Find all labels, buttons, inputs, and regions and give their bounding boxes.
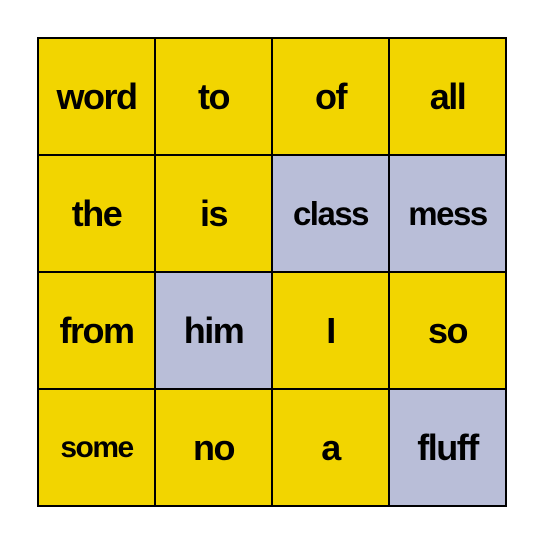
bingo-cell[interactable]: of	[273, 39, 388, 154]
cell-word: so	[427, 309, 469, 351]
cell-word: a	[321, 426, 341, 468]
bingo-cell[interactable]: is	[156, 156, 271, 271]
bingo-cell[interactable]: a	[273, 390, 388, 505]
bingo-cell[interactable]: so	[390, 273, 505, 388]
bingo-cell[interactable]: him	[156, 273, 271, 388]
cell-word: is	[199, 192, 229, 234]
cell-word: of	[315, 75, 347, 117]
bingo-cell[interactable]: I	[273, 273, 388, 388]
cell-word: the	[71, 192, 123, 234]
cell-word: class	[292, 195, 370, 232]
bingo-cell[interactable]: all	[390, 39, 505, 154]
bingo-cell[interactable]: word	[39, 39, 154, 154]
cell-word: to	[198, 75, 230, 117]
bingo-board: word to of all the is class mess from hi…	[37, 37, 507, 507]
bingo-cell[interactable]: to	[156, 39, 271, 154]
cell-word: mess	[408, 195, 488, 232]
bingo-cell[interactable]: mess	[390, 156, 505, 271]
cell-word: no	[193, 426, 235, 468]
bingo-cell[interactable]: from	[39, 273, 154, 388]
cell-word: some	[60, 430, 134, 464]
cell-word: I	[326, 309, 336, 351]
cell-word: all	[429, 75, 467, 117]
bingo-cell[interactable]: no	[156, 390, 271, 505]
cell-word: him	[183, 309, 245, 351]
cell-word: from	[59, 309, 136, 351]
bingo-cell[interactable]: fluff	[390, 390, 505, 505]
bingo-cell[interactable]: the	[39, 156, 154, 271]
cell-word: fluff	[417, 426, 479, 468]
bingo-cell[interactable]: class	[273, 156, 388, 271]
cell-word: word	[56, 75, 139, 117]
bingo-cell[interactable]: some	[39, 390, 154, 505]
